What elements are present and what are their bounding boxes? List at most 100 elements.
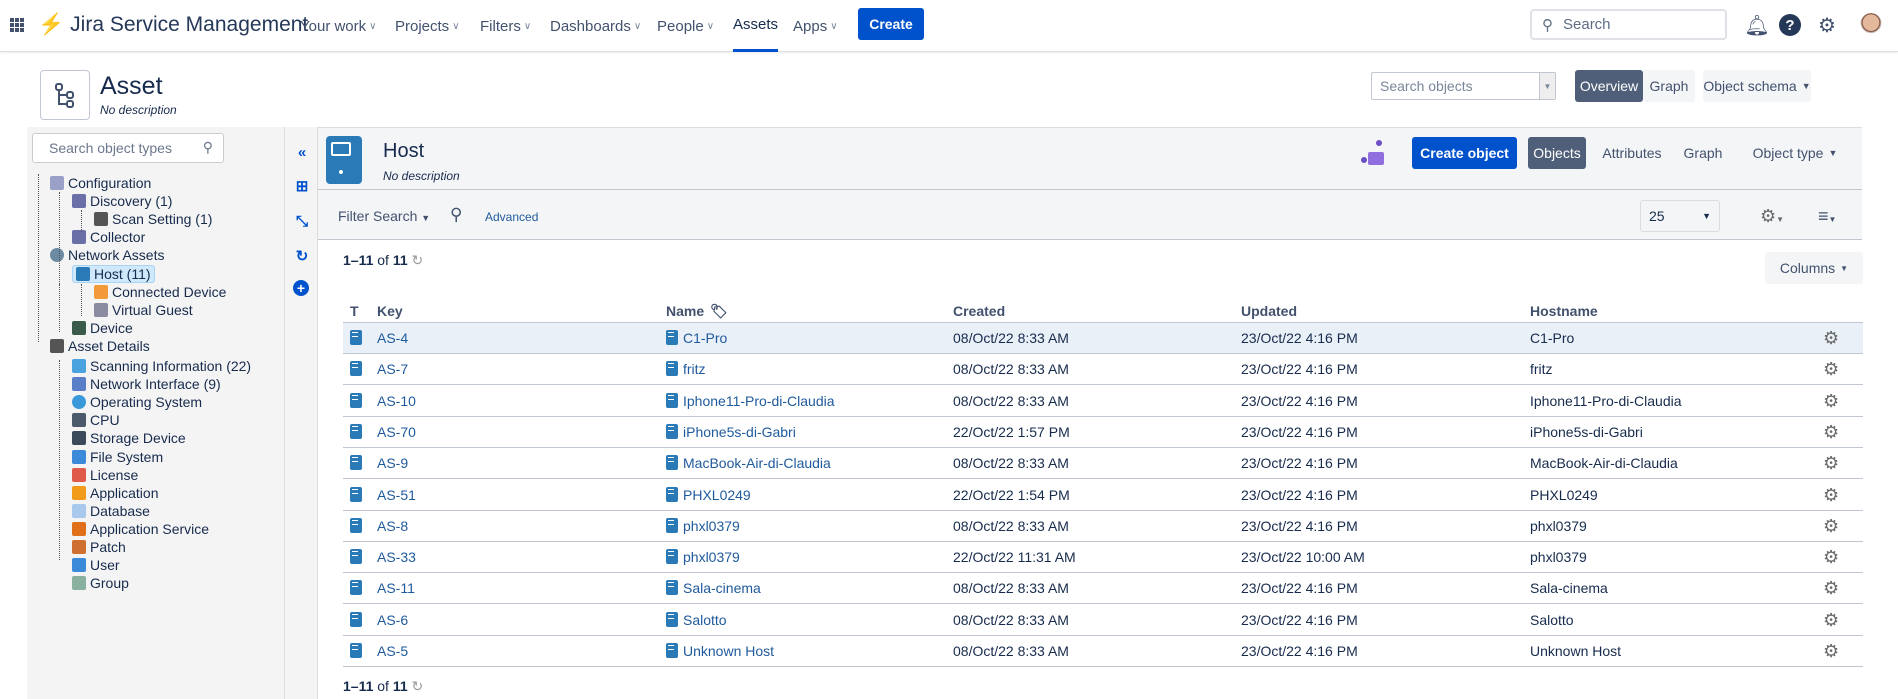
column-header-updated[interactable]: Updated [1241,303,1297,319]
table-row[interactable]: AS-7 fritz 08/Oct/22 8:33 AM 23/Oct/22 4… [343,354,1863,386]
object-type-dropdown[interactable]: Object type ▼ [1740,137,1850,169]
tree-view-icon[interactable]: ⊞ [293,177,311,195]
tree-item-storage-device[interactable]: Storage Device [72,429,186,447]
tree-item-patch[interactable]: Patch [72,538,126,556]
tree-item-collector[interactable]: Collector [72,228,145,246]
row-actions-gear-icon[interactable]: ⚙ [1823,328,1839,349]
object-name-link[interactable]: MacBook-Air-di-Claudia [666,455,831,471]
row-actions-gear-icon[interactable]: ⚙ [1823,485,1839,506]
tree-item-asset-details[interactable]: Asset Details [50,337,150,355]
create-button[interactable]: Create [858,8,924,40]
object-name-link[interactable]: phxl0379 [666,517,740,534]
refresh-icon[interactable]: ↻ [412,252,424,268]
column-header-name[interactable]: Name [666,303,704,319]
object-name-link[interactable]: Sala-cinema [666,580,761,596]
search-object-types-input[interactable]: Search object types ⚲ [32,133,224,163]
tab-graph[interactable]: Graph [1675,137,1731,169]
object-name-link[interactable]: Unknown Host [666,643,774,659]
object-name-link[interactable]: Salotto [666,611,727,628]
create-object-button[interactable]: Create object [1412,137,1517,169]
table-row[interactable]: AS-70 iPhone5s-di-Gabri 22/Oct/22 1:57 P… [343,417,1863,448]
row-actions-gear-icon[interactable]: ⚙ [1823,453,1839,474]
tree-item-user[interactable]: User [72,556,120,574]
nav-assets[interactable]: Assets [733,0,779,52]
table-row[interactable]: AS-8 phxl0379 08/Oct/22 8:33 AM 23/Oct/2… [343,511,1863,542]
nav-people[interactable]: People ∨ [657,0,714,52]
object-name-link[interactable]: fritz [666,361,706,377]
notifications-icon[interactable]: 🔔︎ [1744,13,1769,37]
tree-item-file-system[interactable]: File System [72,448,163,466]
overview-button[interactable]: Overview [1575,70,1643,102]
row-actions-gear-icon[interactable]: ⚙ [1823,422,1839,443]
object-key-link[interactable]: AS-33 [377,549,416,565]
nav-your-work[interactable]: Your work ∨ [300,0,376,52]
tree-item-operating-system[interactable]: Operating System [72,393,202,411]
column-header-created[interactable]: Created [953,303,1005,319]
object-key-link[interactable]: AS-9 [377,455,408,471]
row-actions-gear-icon[interactable]: ⚙ [1823,391,1839,412]
nav-projects[interactable]: Projects ∨ [395,0,460,52]
tree-item-license[interactable]: License [72,466,138,484]
table-row[interactable]: AS-9 MacBook-Air-di-Claudia 08/Oct/22 8:… [343,448,1863,480]
tree-item-cpu[interactable]: CPU [72,411,120,429]
collapse-all-icon[interactable]: ⤡ [293,212,311,230]
object-key-link[interactable]: AS-70 [377,424,416,440]
view-menu-icon[interactable]: ≡▼ [1818,206,1836,227]
row-actions-gear-icon[interactable]: ⚙ [1823,516,1839,537]
tree-item-application[interactable]: Application [72,484,159,502]
nav-dashboards[interactable]: Dashboards ∨ [550,0,641,52]
table-row[interactable]: AS-4 C1-Pro 08/Oct/22 8:33 AM 23/Oct/22 … [343,323,1863,354]
refresh-icon[interactable]: ↻ [412,678,424,694]
table-row[interactable]: AS-11 Sala-cinema 08/Oct/22 8:33 AM 23/O… [343,573,1863,605]
tab-attributes[interactable]: Attributes [1594,137,1670,169]
object-name-link[interactable]: PHXL0249 [666,486,751,503]
table-row[interactable]: AS-6 Salotto 08/Oct/22 8:33 AM 23/Oct/22… [343,605,1863,636]
settings-icon[interactable]: ⚙ [1815,13,1839,37]
object-key-link[interactable]: AS-5 [377,643,408,659]
tree-item-host[interactable]: Host (11) [72,264,155,283]
object-key-link[interactable]: AS-7 [377,361,408,377]
object-key-link[interactable]: AS-6 [377,612,408,628]
tree-item-network-interface[interactable]: Network Interface (9) [72,375,221,393]
avatar[interactable] [1860,13,1882,37]
row-actions-gear-icon[interactable]: ⚙ [1823,578,1839,599]
row-actions-gear-icon[interactable]: ⚙ [1823,547,1839,568]
object-key-link[interactable]: AS-11 [377,580,415,596]
table-row[interactable]: AS-10 Iphone11-Pro-di-Claudia 08/Oct/22 … [343,386,1863,417]
row-actions-gear-icon[interactable]: ⚙ [1823,641,1839,662]
column-header-t[interactable]: T [350,303,359,319]
tab-objects[interactable]: Objects [1528,137,1586,169]
global-search-input[interactable]: ⚲ Search [1530,9,1727,40]
row-actions-gear-icon[interactable]: ⚙ [1823,610,1839,631]
dropdown-arrow-icon[interactable]: ▼ [1539,73,1555,99]
table-row[interactable]: AS-5 Unknown Host 08/Oct/22 8:33 AM 23/O… [343,636,1863,667]
object-name-link[interactable]: phxl0379 [666,549,740,565]
column-header-key[interactable]: Key [377,303,403,319]
tree-item-device[interactable]: Device [72,319,133,337]
search-objects-input[interactable]: Search objects ▼ [1371,72,1556,100]
collapse-sidebar-icon[interactable]: « [293,143,311,161]
search-icon[interactable]: ⚲ [450,205,462,225]
nav-apps[interactable]: Apps ∨ [793,0,838,52]
object-key-link[interactable]: AS-8 [377,518,408,534]
object-key-link[interactable]: AS-4 [377,330,408,346]
tree-item-database[interactable]: Database [72,502,150,520]
tree-item-discovery[interactable]: Discovery (1) [72,192,172,210]
graph-button[interactable]: Graph [1643,70,1695,102]
columns-button[interactable]: Columns ▼ [1765,252,1863,284]
help-icon[interactable]: ? [1779,14,1801,36]
object-key-link[interactable]: AS-51 [377,487,416,503]
tree-item-scan-setting[interactable]: Scan Setting (1) [94,210,212,228]
advanced-search-link[interactable]: Advanced [485,210,538,224]
object-name-link[interactable]: C1-Pro [666,330,727,346]
object-name-link[interactable]: Iphone11-Pro-di-Claudia [666,392,835,409]
tree-item-group[interactable]: Group [72,574,129,592]
table-row[interactable]: AS-33 phxl0379 22/Oct/22 11:31 AM 23/Oct… [343,542,1863,574]
tree-item-virtual-guest[interactable]: Virtual Guest [94,301,193,319]
refresh-icon[interactable]: ↻ [293,247,311,265]
object-schema-dropdown[interactable]: Object schema ▼ [1703,70,1811,102]
column-header-hostname[interactable]: Hostname [1530,303,1598,319]
object-name-link[interactable]: iPhone5s-di-Gabri [666,423,796,440]
tree-item-configuration[interactable]: Configuration [50,174,151,192]
table-row[interactable]: AS-51 PHXL0249 22/Oct/22 1:54 PM 23/Oct/… [343,480,1863,511]
